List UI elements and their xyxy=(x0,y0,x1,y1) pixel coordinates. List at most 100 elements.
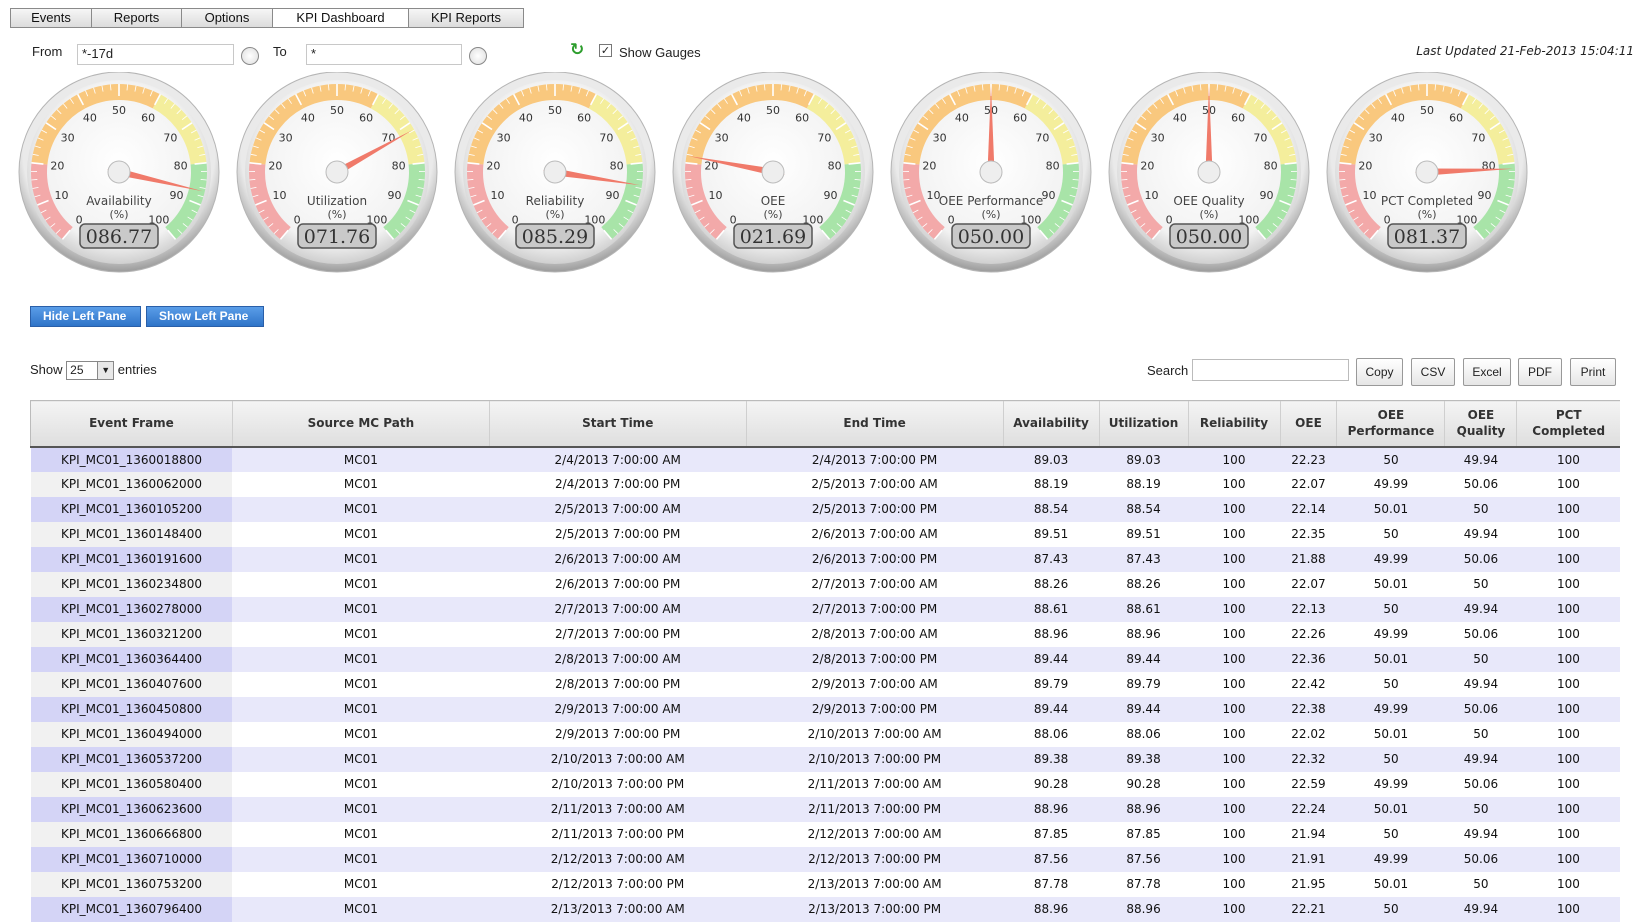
excel-button[interactable]: Excel xyxy=(1463,358,1511,386)
table-cell: 49.99 xyxy=(1337,847,1445,872)
gauge: 0102030405060708090100Reliability(%)085.… xyxy=(450,72,660,282)
csv-button[interactable]: CSV xyxy=(1411,358,1455,386)
table-row[interactable]: KPI_MC01_1360710000MC012/12/2013 7:00:00… xyxy=(31,847,1621,872)
table-cell: 2/4/2013 7:00:00 AM xyxy=(489,447,746,472)
column-header[interactable]: OEE xyxy=(1280,401,1337,447)
table-cell: 50 xyxy=(1337,597,1445,622)
show-gauges-checkbox[interactable]: ✓ xyxy=(599,44,612,57)
table-row[interactable]: KPI_MC01_1360148400MC012/5/2013 7:00:00 … xyxy=(31,522,1621,547)
table-cell: 88.96 xyxy=(1003,797,1099,822)
gauge-tick xyxy=(1509,179,1515,180)
table-cell: 89.79 xyxy=(1003,672,1099,697)
table-cell: 21.94 xyxy=(1280,822,1337,847)
chevron-down-icon[interactable]: ▼ xyxy=(97,362,113,379)
refresh-icon[interactable]: ↻ xyxy=(570,42,587,59)
table-row[interactable]: KPI_MC01_1360278000MC012/7/2013 7:00:00 … xyxy=(31,597,1621,622)
table-cell: 22.14 xyxy=(1280,497,1337,522)
table-row[interactable]: KPI_MC01_1360407600MC012/8/2013 7:00:00 … xyxy=(31,672,1621,697)
table-cell: 49.99 xyxy=(1337,697,1445,722)
column-header[interactable]: Event Frame xyxy=(31,401,233,447)
table-cell: 100 xyxy=(1188,747,1280,772)
table-cell: MC01 xyxy=(232,472,489,497)
tab-kpi-dashboard[interactable]: KPI Dashboard xyxy=(272,8,408,28)
table-cell: 22.02 xyxy=(1280,722,1337,747)
table-cell: 2/5/2013 7:00:00 AM xyxy=(489,497,746,522)
copy-button[interactable]: Copy xyxy=(1356,358,1403,386)
table-cell: 50.06 xyxy=(1445,772,1517,797)
table-cell: 22.32 xyxy=(1280,747,1337,772)
table-row[interactable]: KPI_MC01_1360753200MC012/12/2013 7:00:00… xyxy=(31,872,1621,897)
column-header[interactable]: Utilization xyxy=(1099,401,1188,447)
pdf-button[interactable]: PDF xyxy=(1518,358,1562,386)
table-cell: 100 xyxy=(1188,847,1280,872)
table-row[interactable]: KPI_MC01_1360321200MC012/7/2013 7:00:00 … xyxy=(31,622,1621,647)
to-calendar-icon[interactable] xyxy=(469,47,487,65)
table-row[interactable]: KPI_MC01_1360580400MC012/10/2013 7:00:00… xyxy=(31,772,1621,797)
table-cell: 100 xyxy=(1517,722,1620,747)
table-cell: 49.99 xyxy=(1337,622,1445,647)
table-cell: 2/10/2013 7:00:00 PM xyxy=(489,772,746,797)
column-header[interactable]: End Time xyxy=(746,401,1003,447)
table-cell: 2/8/2013 7:00:00 AM xyxy=(489,647,746,672)
table-row[interactable]: KPI_MC01_1360062000MC012/4/2013 7:00:00 … xyxy=(31,472,1621,497)
table-row[interactable]: KPI_MC01_1360105200MC012/5/2013 7:00:00 … xyxy=(31,497,1621,522)
table-row[interactable]: KPI_MC01_1360537200MC012/10/2013 7:00:00… xyxy=(31,747,1621,772)
table-cell: 100 xyxy=(1517,897,1620,922)
table-row[interactable]: KPI_MC01_1360234800MC012/6/2013 7:00:00 … xyxy=(31,572,1621,597)
table-cell: 2/13/2013 7:00:00 AM xyxy=(489,897,746,922)
entries-value: 25 xyxy=(70,363,83,377)
table-row[interactable]: KPI_MC01_1360666800MC012/11/2013 7:00:00… xyxy=(31,822,1621,847)
to-input[interactable]: * xyxy=(306,44,462,65)
tab-options[interactable]: Options xyxy=(181,8,272,28)
search-input[interactable] xyxy=(1192,359,1349,381)
table-cell: 22.59 xyxy=(1280,772,1337,797)
table-row[interactable]: KPI_MC01_1360018800MC012/4/2013 7:00:00 … xyxy=(31,447,1621,472)
table-cell: 50 xyxy=(1445,722,1517,747)
from-calendar-icon[interactable] xyxy=(241,47,259,65)
column-header[interactable]: Start Time xyxy=(489,401,746,447)
table-cell: KPI_MC01_1360710000 xyxy=(31,847,233,872)
table-cell: MC01 xyxy=(232,697,489,722)
tab-kpi-reports[interactable]: KPI Reports xyxy=(408,8,524,28)
column-header[interactable]: PCT Completed xyxy=(1517,401,1620,447)
table-row[interactable]: KPI_MC01_1360494000MC012/9/2013 7:00:00 … xyxy=(31,722,1621,747)
entries-select[interactable]: 25 ▼ xyxy=(66,361,114,380)
column-header[interactable]: Source MC Path xyxy=(232,401,489,447)
table-cell: 2/11/2013 7:00:00 AM xyxy=(489,797,746,822)
table-row[interactable]: KPI_MC01_1360623600MC012/11/2013 7:00:00… xyxy=(31,797,1621,822)
table-cell: 87.56 xyxy=(1099,847,1188,872)
table-cell: 89.44 xyxy=(1003,647,1099,672)
tab-events[interactable]: Events xyxy=(10,8,91,28)
table-cell: 22.07 xyxy=(1280,572,1337,597)
show-left-pane-button[interactable]: Show Left Pane xyxy=(146,306,264,327)
table-cell: 2/12/2013 7:00:00 AM xyxy=(746,822,1003,847)
table-row[interactable]: KPI_MC01_1360796400MC012/13/2013 7:00:00… xyxy=(31,897,1621,922)
tab-reports[interactable]: Reports xyxy=(91,8,181,28)
table-row[interactable]: KPI_MC01_1360191600MC012/6/2013 7:00:00 … xyxy=(31,547,1621,572)
gauge-tick-label: 30 xyxy=(933,131,947,144)
column-header[interactable]: OEE Performance xyxy=(1337,401,1445,447)
from-input[interactable]: *-17d xyxy=(77,44,234,65)
table-cell: 100 xyxy=(1188,822,1280,847)
table-cell: 50 xyxy=(1445,647,1517,672)
gauge-tick-label: 60 xyxy=(1013,111,1027,124)
gauge-tick xyxy=(855,179,861,180)
gauge-tick-label: 60 xyxy=(141,111,155,124)
table-cell: 2/9/2013 7:00:00 AM xyxy=(489,697,746,722)
table-cell: MC01 xyxy=(232,572,489,597)
table-cell: 50.01 xyxy=(1337,497,1445,522)
table-cell: 2/9/2013 7:00:00 AM xyxy=(746,672,1003,697)
column-header[interactable]: Availability xyxy=(1003,401,1099,447)
gauge-tick-label: 90 xyxy=(1259,189,1273,202)
table-row[interactable]: KPI_MC01_1360450800MC012/9/2013 7:00:00 … xyxy=(31,697,1621,722)
table-cell: 49.94 xyxy=(1445,672,1517,697)
column-header[interactable]: OEE Quality xyxy=(1445,401,1517,447)
print-button[interactable]: Print xyxy=(1570,358,1616,386)
table-cell: 2/11/2013 7:00:00 PM xyxy=(746,797,1003,822)
gauge-tick-label: 80 xyxy=(828,160,842,173)
table-row[interactable]: KPI_MC01_1360364400MC012/8/2013 7:00:00 … xyxy=(31,647,1621,672)
table-cell: 22.13 xyxy=(1280,597,1337,622)
column-header[interactable]: Reliability xyxy=(1188,401,1280,447)
table-cell: 100 xyxy=(1188,797,1280,822)
hide-left-pane-button[interactable]: Hide Left Pane xyxy=(30,306,141,327)
